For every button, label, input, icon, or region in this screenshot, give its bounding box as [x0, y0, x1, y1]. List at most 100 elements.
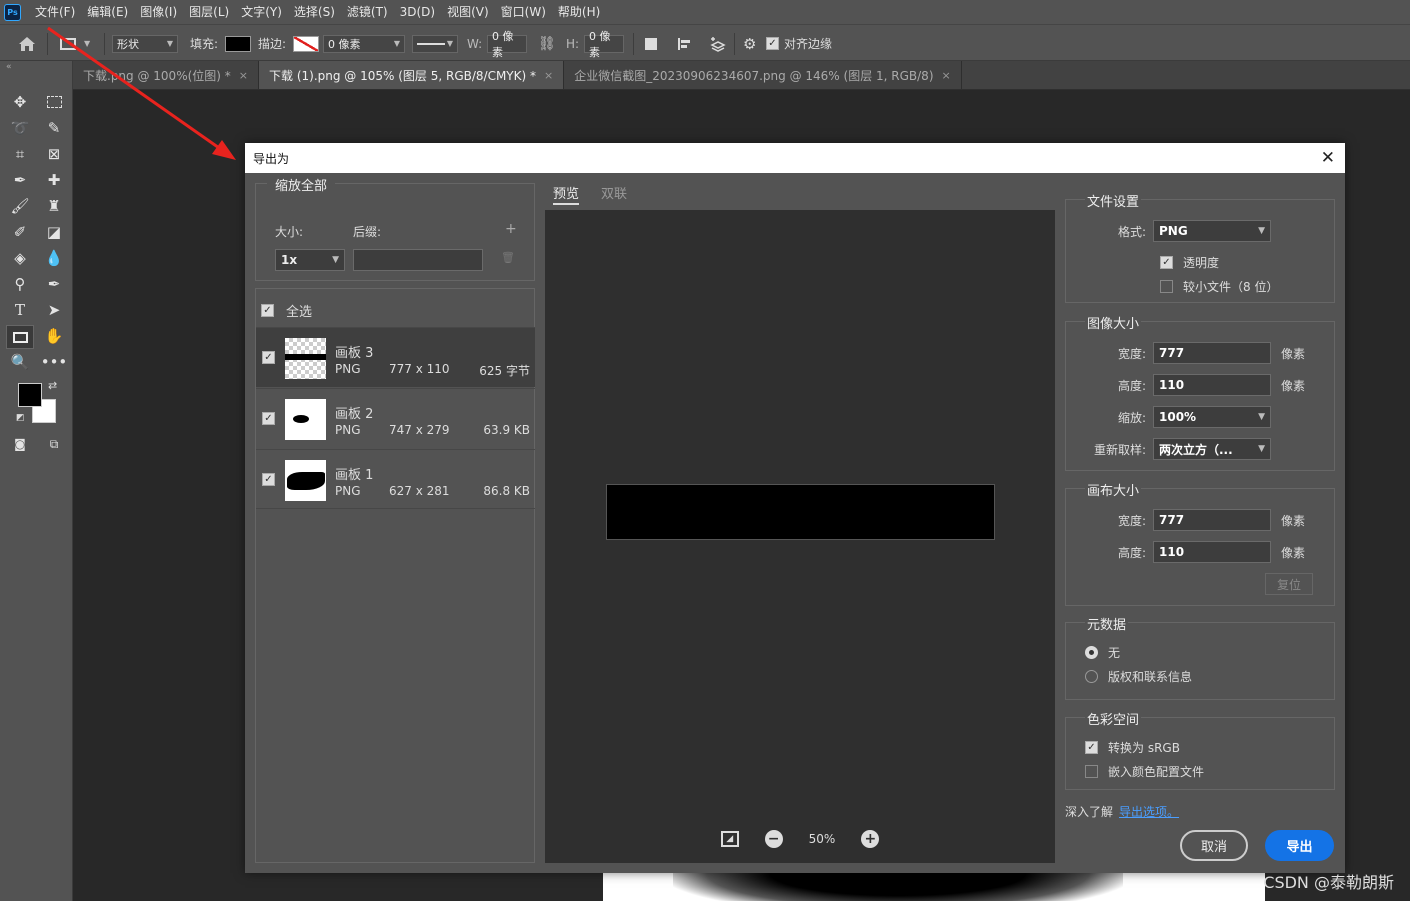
scale-select[interactable]: 100% ▼	[1153, 406, 1271, 428]
lasso-tool-icon[interactable]: ➰	[8, 117, 32, 139]
preview-area[interactable]: ◢ − 50% +	[545, 210, 1055, 863]
align-edges-checkbox[interactable]: ✓	[766, 37, 779, 50]
menu-filter[interactable]: 滤镜(T)	[341, 0, 394, 24]
close-icon[interactable]: ✕	[1321, 148, 1335, 168]
clone-stamp-tool-icon[interactable]: ♜	[42, 195, 66, 217]
fill-swatch[interactable]	[225, 35, 251, 52]
zoom-out-icon[interactable]: −	[764, 830, 783, 848]
width-input[interactable]: 0 像素	[487, 30, 527, 59]
eraser-tool-icon[interactable]: ◪	[42, 221, 66, 243]
smaller-file-checkbox[interactable]	[1160, 280, 1173, 293]
doc-tab-3[interactable]: 企业微信截图_20230906234607.png @ 146% (图层 1, …	[564, 61, 962, 89]
blur-tool-icon[interactable]: 💧	[42, 247, 66, 269]
eyedropper-tool-icon[interactable]: ✒	[8, 169, 32, 191]
list-item[interactable]: ✓ 画板 3 PNG 777 x 110 625 字节	[256, 327, 535, 387]
canvas-width-input[interactable]: 777	[1153, 509, 1271, 531]
size-select[interactable]: 1x ▼	[275, 249, 345, 271]
zoom-tool-icon[interactable]: 🔍	[8, 351, 32, 373]
hand-tool-icon[interactable]: ✋	[42, 325, 66, 347]
crop-tool-icon[interactable]: ⌗	[8, 143, 32, 165]
asset-checkbox[interactable]: ✓	[262, 473, 275, 486]
export-options-link[interactable]: 导出选项。	[1119, 803, 1179, 820]
menu-window[interactable]: 窗口(W)	[495, 0, 552, 24]
path-alignment-icon[interactable]	[676, 25, 692, 62]
history-brush-tool-icon[interactable]: ✐	[8, 221, 32, 243]
default-colors-icon[interactable]: ◩	[16, 413, 25, 423]
list-item[interactable]: ✓ 画板 1 PNG 627 x 281 86.8 KB	[256, 449, 535, 509]
marquee-tool-icon[interactable]	[42, 91, 66, 113]
transparency-checkbox[interactable]: ✓	[1160, 256, 1173, 269]
close-icon[interactable]: ×	[942, 69, 951, 82]
add-scale-icon[interactable]: +	[505, 221, 517, 237]
path-arrangement-icon[interactable]	[708, 25, 728, 62]
zoom-in-icon[interactable]: +	[861, 830, 880, 848]
resample-select[interactable]: 两次立方（... ▼	[1153, 438, 1271, 460]
quick-selection-tool-icon[interactable]: ✎	[42, 117, 66, 139]
meta-copyright-radio[interactable]	[1085, 670, 1098, 683]
convert-srgb-checkbox[interactable]: ✓	[1085, 741, 1098, 754]
height-label: 高度:	[1117, 378, 1146, 393]
asset-checkbox[interactable]: ✓	[262, 412, 275, 425]
doc-tab-1[interactable]: 下载.png @ 100%(位图) * ×	[73, 61, 259, 89]
menu-view[interactable]: 视图(V)	[441, 0, 495, 24]
select-all-checkbox[interactable]: ✓	[261, 304, 274, 317]
close-icon[interactable]: ×	[239, 69, 248, 82]
settings-panel: 文件设置 格式: PNG ▼ ✓ 透明度 较小文件（8 位） 图像大小 宽度: 777 像…	[1065, 183, 1335, 863]
menu-layer[interactable]: 图层(L)	[183, 0, 235, 24]
foreground-color-swatch[interactable]	[18, 383, 42, 407]
gear-icon[interactable]: ⚙	[743, 25, 756, 62]
brush-tool-icon[interactable]: 🖌	[8, 195, 32, 217]
list-item[interactable]: ✓ 画板 2 PNG 747 x 279 63.9 KB	[256, 388, 535, 448]
photoshop-logo: Ps	[4, 3, 21, 21]
menu-select[interactable]: 选择(S)	[288, 0, 341, 24]
close-icon[interactable]: ×	[544, 69, 553, 82]
path-operations-icon[interactable]	[645, 25, 657, 62]
healing-brush-tool-icon[interactable]: ✚	[42, 169, 66, 191]
rectangle-tool-icon[interactable]	[6, 325, 34, 349]
menu-3d[interactable]: 3D(D)	[394, 0, 441, 24]
embed-profile-checkbox[interactable]	[1085, 765, 1098, 778]
dodge-tool-icon[interactable]: ⚲	[8, 273, 32, 295]
dialog-title: 导出为	[253, 151, 290, 166]
meta-none-radio[interactable]	[1085, 646, 1098, 659]
menu-edit[interactable]: 编辑(E)	[81, 0, 134, 24]
more-tools-icon[interactable]: •••	[41, 351, 68, 373]
fit-view-icon[interactable]: ◢	[720, 831, 739, 847]
canvas-height-input[interactable]: 110	[1153, 541, 1271, 563]
home-icon[interactable]	[18, 25, 36, 62]
swap-colors-icon[interactable]: ⇄	[48, 379, 57, 392]
image-height-input[interactable]: 110	[1153, 374, 1271, 396]
image-width-input[interactable]: 777	[1153, 342, 1271, 364]
menu-image[interactable]: 图像(I)	[134, 0, 183, 24]
pen-tool-icon[interactable]: ✒	[42, 273, 66, 295]
menu-file[interactable]: 文件(F)	[29, 0, 81, 24]
format-select[interactable]: PNG ▼	[1153, 220, 1271, 242]
paint-bucket-tool-icon[interactable]: ◈	[8, 247, 32, 269]
suffix-input[interactable]	[353, 249, 483, 271]
height-input[interactable]: 0 像素	[584, 30, 624, 59]
menu-type[interactable]: 文字(Y)	[235, 0, 288, 24]
type-tool-icon[interactable]: T	[8, 299, 32, 321]
stroke-type-select[interactable]: ▼	[412, 34, 458, 53]
menu-help[interactable]: 帮助(H)	[552, 0, 606, 24]
asset-checkbox[interactable]: ✓	[262, 351, 275, 364]
link-icon[interactable]: ⛓	[538, 25, 556, 62]
tab-preview[interactable]: 预览	[553, 183, 580, 205]
path-selection-tool-icon[interactable]: ➤	[42, 299, 66, 321]
rectangle-tool-preset-icon[interactable]: ▼	[60, 25, 90, 62]
stroke-width-input[interactable]: 0 像素 ▼	[323, 34, 405, 53]
screen-mode-icon[interactable]: ⧉	[42, 433, 66, 455]
trash-icon[interactable]: 🗑	[501, 251, 515, 264]
doc-tab-2[interactable]: 下载 (1).png @ 105% (图层 5, RGB/8/CMYK) * ×	[259, 61, 565, 89]
quick-mask-icon[interactable]: ◙	[8, 433, 32, 455]
collapse-icon[interactable]: «	[6, 62, 12, 72]
cancel-button[interactable]: 取消	[1180, 830, 1248, 861]
width-label: 宽度:	[1117, 346, 1146, 361]
stroke-swatch[interactable]	[293, 35, 319, 52]
tab-2up[interactable]: 双联	[601, 183, 627, 211]
reset-button[interactable]: 复位	[1265, 573, 1313, 595]
shape-mode-select[interactable]: 形状 ▼	[112, 34, 178, 53]
export-button[interactable]: 导出	[1265, 830, 1334, 861]
move-tool-icon[interactable]: ✥	[8, 91, 32, 113]
frame-tool-icon[interactable]: ⊠	[42, 143, 66, 165]
